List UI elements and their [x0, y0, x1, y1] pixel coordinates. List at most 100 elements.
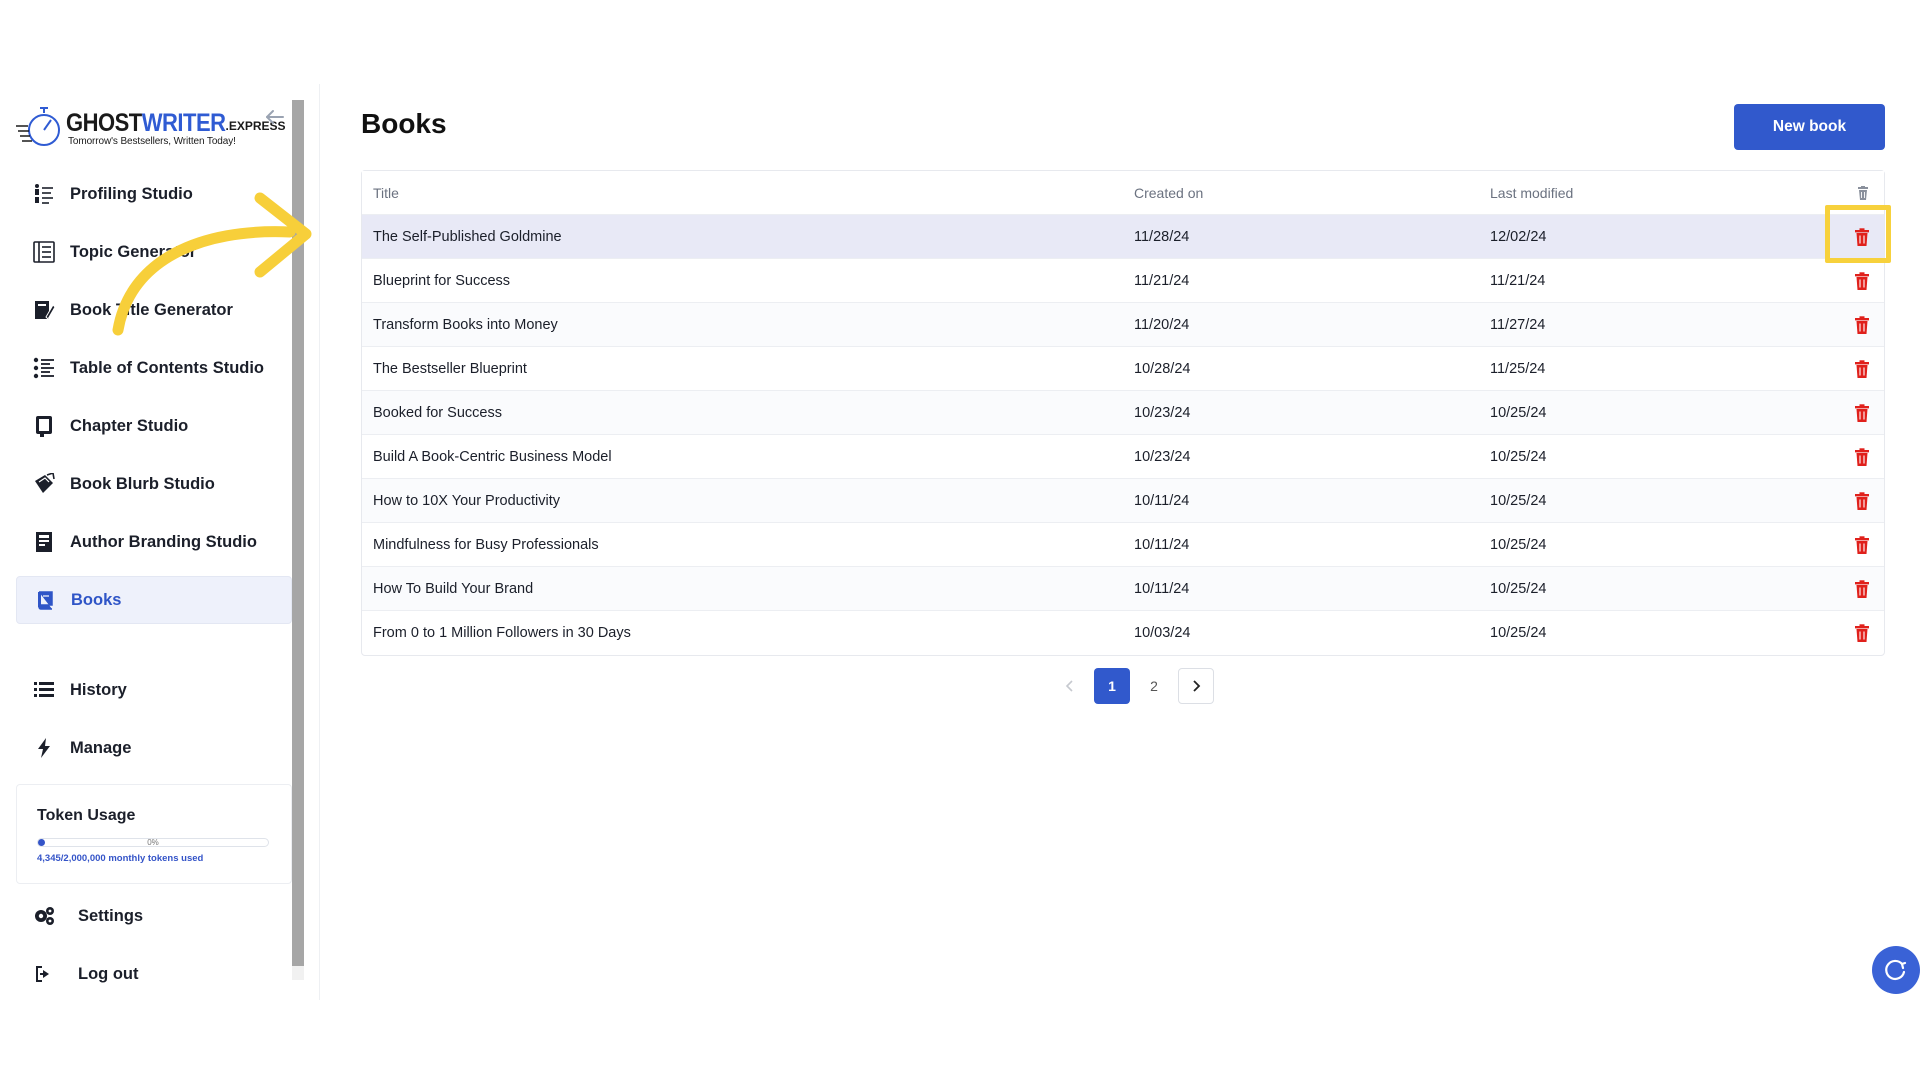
- delete-book-icon[interactable]: [1853, 272, 1871, 290]
- delete-book-icon[interactable]: [1853, 580, 1871, 598]
- gears-icon: [32, 904, 56, 928]
- sidebar-scrollbar[interactable]: [292, 100, 304, 980]
- table-row[interactable]: From 0 to 1 Million Followers in 30 Days…: [362, 611, 1884, 655]
- delete-book-icon[interactable]: [1853, 624, 1871, 642]
- delete-book-icon[interactable]: [1853, 316, 1871, 334]
- logout-icon: [32, 962, 56, 986]
- delete-book-icon[interactable]: [1853, 360, 1871, 378]
- book-title-cell[interactable]: How To Build Your Brand: [373, 581, 533, 597]
- table-row[interactable]: How To Build Your Brand 10/11/24 10/25/24: [362, 567, 1884, 611]
- page-title: Books: [361, 108, 447, 139]
- created-on-cell: 10/03/24: [1134, 625, 1191, 641]
- book-title-cell[interactable]: The Bestseller Blueprint: [373, 361, 527, 377]
- page-2-button[interactable]: 2: [1136, 668, 1172, 704]
- next-page-button[interactable]: [1178, 668, 1214, 704]
- sidebar-scrollbar-thumb[interactable]: [292, 100, 304, 966]
- table-row[interactable]: Blueprint for Success 11/21/24 11/21/24: [362, 259, 1884, 303]
- book-title-cell[interactable]: Booked for Success: [373, 405, 502, 421]
- token-usage-detail: 4,345/2,000,000 monthly tokens used: [37, 853, 204, 864]
- table-row[interactable]: Booked for Success 10/23/24 10/25/24: [362, 391, 1884, 435]
- brand-name-part1: GHOST: [66, 108, 142, 137]
- created-on-cell: 10/11/24: [1134, 493, 1190, 509]
- last-modified-cell: 12/02/24: [1490, 229, 1547, 245]
- sidebar-item-label: Manage: [70, 738, 132, 757]
- sidebar-item-logout[interactable]: Log out: [16, 950, 292, 998]
- table-row[interactable]: The Bestseller Blueprint 10/28/24 11/25/24: [362, 347, 1884, 391]
- sidebar-item-label: Chapter Studio: [70, 416, 189, 435]
- delete-book-icon[interactable]: [1853, 404, 1871, 422]
- token-usage-card: Token Usage 0% 4,345/2,000,000 monthly t…: [16, 784, 292, 884]
- sidebar-item-profiling-studio[interactable]: Profiling Studio: [16, 170, 292, 218]
- delete-book-icon[interactable]: [1853, 492, 1871, 510]
- sidebar-item-book-blurb-studio[interactable]: Book Blurb Studio: [16, 460, 292, 508]
- column-header-title[interactable]: Title: [373, 185, 399, 201]
- book-title-cell[interactable]: The Self-Published Goldmine: [373, 229, 562, 245]
- sidebar-item-table-of-contents-studio[interactable]: Table of Contents Studio: [16, 344, 292, 392]
- created-on-cell: 10/11/24: [1134, 537, 1190, 553]
- created-on-cell: 10/23/24: [1134, 449, 1191, 465]
- collapse-sidebar-button[interactable]: [262, 104, 288, 130]
- last-modified-cell: 11/27/24: [1490, 317, 1546, 333]
- pagination: 1 2: [1052, 667, 1220, 705]
- token-usage-percent: 0%: [147, 838, 159, 847]
- sidebar-item-author-branding-studio[interactable]: Author Branding Studio: [16, 518, 292, 566]
- previous-page-button[interactable]: [1052, 668, 1088, 704]
- profiling-icon: [32, 182, 56, 206]
- sidebar-item-label: Topic Generator: [70, 242, 197, 261]
- page-1-button[interactable]: 1: [1094, 668, 1130, 704]
- last-modified-cell: 10/25/24: [1490, 537, 1547, 553]
- last-modified-cell: 10/25/24: [1490, 493, 1547, 509]
- chat-bubble-icon: [1885, 959, 1907, 981]
- chapter-icon: [32, 414, 56, 438]
- book-title-cell[interactable]: From 0 to 1 Million Followers in 30 Days: [373, 625, 631, 641]
- bulk-delete-icon[interactable]: [1856, 186, 1870, 200]
- new-book-button[interactable]: New book: [1734, 104, 1885, 150]
- help-chat-button[interactable]: [1872, 946, 1920, 994]
- book-icon: [33, 588, 57, 612]
- book-title-cell[interactable]: Transform Books into Money: [373, 317, 558, 333]
- brand-name-part2: WRITER: [141, 108, 226, 137]
- created-on-cell: 10/11/24: [1134, 581, 1190, 597]
- chevron-left-icon: [1065, 680, 1073, 692]
- arrow-left-icon: [266, 110, 284, 124]
- table-row[interactable]: How to 10X Your Productivity 10/11/24 10/2…: [362, 479, 1884, 523]
- sidebar-item-books[interactable]: Books: [16, 576, 292, 624]
- book-title-cell[interactable]: Build A Book-Centric Business Model: [373, 449, 612, 465]
- sidebar-item-history[interactable]: History: [16, 666, 292, 714]
- sidebar-item-book-title-generator[interactable]: Book Title Generator: [16, 286, 292, 334]
- delete-book-icon[interactable]: [1853, 448, 1871, 466]
- sidebar-item-manage[interactable]: Manage: [16, 724, 292, 772]
- table-row[interactable]: Mindfulness for Busy Professionals 10/11/…: [362, 523, 1884, 567]
- sidebar-item-label: Log out: [78, 964, 139, 983]
- column-header-created[interactable]: Created on: [1134, 185, 1203, 201]
- table-row[interactable]: Transform Books into Money 11/20/24 11/27/…: [362, 303, 1884, 347]
- stopwatch-logo-icon: [16, 107, 60, 146]
- brand-logo[interactable]: GHOSTWRITER.EXPRESS Tomorrow's Bestselle…: [16, 104, 286, 156]
- table-row[interactable]: The Self-Published Goldmine 11/28/24 12/02…: [362, 215, 1884, 259]
- brand-tagline: Tomorrow's Bestsellers, Written Today!: [68, 136, 236, 147]
- chevron-right-icon: [1193, 680, 1201, 692]
- last-modified-cell: 10/25/24: [1490, 581, 1547, 597]
- book-title-cell[interactable]: How to 10X Your Productivity: [373, 493, 560, 509]
- sidebar-item-settings[interactable]: Settings: [16, 892, 292, 940]
- sidebar: GHOSTWRITER.EXPRESS Tomorrow's Bestselle…: [0, 84, 320, 1000]
- created-on-cell: 10/23/24: [1134, 405, 1191, 421]
- table-header: Title Created on Last modified: [362, 171, 1884, 215]
- column-header-modified[interactable]: Last modified: [1490, 185, 1573, 201]
- table-row[interactable]: Build A Book-Centric Business Model 10/23…: [362, 435, 1884, 479]
- branding-icon: [32, 530, 56, 554]
- created-on-cell: 11/28/24: [1134, 229, 1190, 245]
- sidebar-item-chapter-studio[interactable]: Chapter Studio: [16, 402, 292, 450]
- brand-name: GHOSTWRITER.EXPRESS: [66, 108, 286, 137]
- toc-icon: [32, 356, 56, 380]
- sidebar-item-label: Book Title Generator: [70, 300, 233, 319]
- book-title-cell[interactable]: Mindfulness for Busy Professionals: [373, 537, 599, 553]
- delete-book-icon[interactable]: [1853, 228, 1871, 246]
- table-body: The Self-Published Goldmine 11/28/24 12/02…: [362, 215, 1884, 655]
- topic-list-icon: [32, 240, 56, 264]
- books-table: Title Created on Last modified The Self-…: [361, 170, 1885, 656]
- book-title-cell[interactable]: Blueprint for Success: [373, 273, 510, 289]
- created-on-cell: 10/28/24: [1134, 361, 1191, 377]
- sidebar-item-topic-generator[interactable]: Topic Generator: [16, 228, 292, 276]
- delete-book-icon[interactable]: [1853, 536, 1871, 554]
